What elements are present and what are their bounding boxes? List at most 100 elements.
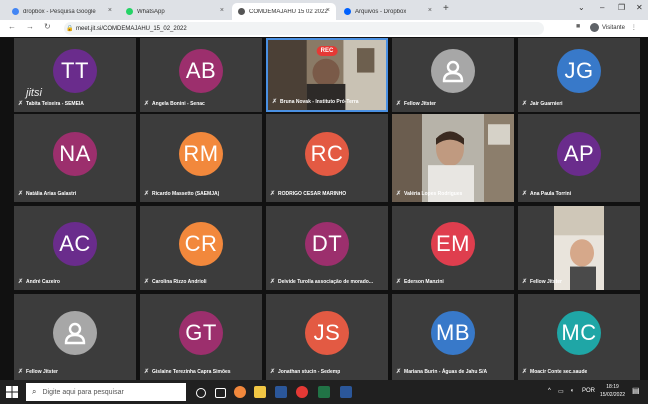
- tab-whatsapp[interactable]: WhatsApp ×: [120, 3, 230, 20]
- participant-name: Ana Paula Torrini: [530, 190, 572, 197]
- participant-name-tag: ✗ Angela Bonini - Senac: [144, 99, 205, 108]
- chevron-down-icon[interactable]: ⌄: [578, 3, 585, 12]
- participant-tile[interactable]: ✗ Valéria Lopes Rodrigues: [392, 114, 514, 202]
- avatar-initials: JS: [313, 319, 341, 345]
- participant-tile[interactable]: REC ✗ Bruna Novak - Instituto Pró-Terra: [266, 38, 388, 112]
- camera-icon[interactable]: ■: [576, 23, 580, 30]
- participant-tile[interactable]: ✗ Fellow Jitster: [518, 206, 640, 290]
- participant-name-tag: ✗ André Cazeiro: [18, 277, 60, 286]
- url-field[interactable]: meet.jit.si/COMDEMAJAHU_15_02_2022: [64, 22, 544, 35]
- whatsapp-icon: [126, 8, 133, 15]
- participant-name: Bruna Novak - Instituto Pró-Terra: [280, 98, 359, 105]
- participant-tile[interactable]: AP ✗ Ana Paula Torrini: [518, 114, 640, 202]
- word-icon[interactable]: [275, 386, 287, 398]
- participant-avatar: NA: [53, 131, 97, 176]
- participant-name: Angela Bonini - Senac: [152, 100, 205, 107]
- default-avatar-icon: [53, 310, 97, 355]
- chrome-icon[interactable]: [234, 386, 246, 398]
- participant-name: Fellow Jitster: [26, 368, 58, 375]
- forward-icon[interactable]: →: [26, 22, 34, 31]
- participant-tile[interactable]: RM ✗ Ricardo Massetto (SAEMJA): [140, 114, 262, 202]
- mic-muted-icon: ✗: [396, 101, 402, 107]
- participant-tile[interactable]: AC ✗ André Cazeiro: [14, 206, 136, 290]
- tab-google-search[interactable]: dropbox - Pesquisa Google ×: [6, 3, 118, 20]
- participant-tile[interactable]: DT ✗ Deivide Turolla associação de morado.…: [266, 206, 388, 290]
- close-icon[interactable]: ×: [326, 7, 330, 14]
- profile-button[interactable]: Visitante ⋮: [590, 23, 637, 32]
- close-icon[interactable]: ×: [108, 7, 112, 14]
- participant-tile[interactable]: NA ✗ Natália Arias Galastri: [14, 114, 136, 202]
- participant-name: Gislaine Terezinha Capra Simões: [152, 368, 231, 375]
- mic-muted-icon: ✗: [270, 279, 276, 285]
- mic-muted-icon: ✗: [270, 369, 276, 375]
- jitsi-icon: [238, 8, 245, 15]
- avatar-icon: [590, 23, 599, 32]
- menu-dots-icon[interactable]: ⋮: [631, 24, 637, 31]
- participant-tile[interactable]: TT ✗ Tabita Teixeira - SEMEIA: [14, 38, 136, 112]
- taskbar-search-input[interactable]: ⌕ Digite aqui para pesquisar: [26, 383, 186, 401]
- volume-icon[interactable]: ◖: [570, 388, 574, 394]
- cortana-icon[interactable]: [196, 388, 206, 398]
- participant-name: RODRIGO CESAR MARINHO: [278, 190, 347, 197]
- back-icon[interactable]: ←: [8, 22, 16, 31]
- participant-tile[interactable]: AB ✗ Angela Bonini - Senac: [140, 38, 262, 112]
- close-icon[interactable]: ×: [428, 7, 432, 14]
- reload-icon[interactable]: ↻: [44, 22, 51, 31]
- tab-dropbox[interactable]: Arquivos - Dropbox ×: [338, 3, 438, 20]
- tab-label: COMDEMAJAHU 15 02 2022: [249, 8, 328, 15]
- participant-tile[interactable]: ✗ Fellow Jitster: [14, 294, 136, 380]
- tab-label: Arquivos - Dropbox: [355, 8, 407, 15]
- network-icon[interactable]: ▭: [558, 388, 564, 395]
- participant-avatar: RC: [305, 131, 349, 176]
- meeting-grid: jitsi TT ✗ Tabita Teixeira - SEMEIA AB ✗ Ange…: [0, 37, 648, 380]
- participant-tile[interactable]: RC ✗ RODRIGO CESAR MARINHO: [266, 114, 388, 202]
- participant-avatar: MB: [431, 310, 475, 355]
- participant-tile[interactable]: CR ✗ Carolina Rizzo Andrioli: [140, 206, 262, 290]
- participant-tile[interactable]: ✗ Fellow Jitster: [392, 38, 514, 112]
- file-explorer-icon[interactable]: [254, 386, 266, 398]
- app-icon[interactable]: [340, 386, 352, 398]
- participant-avatar: CR: [179, 221, 223, 266]
- tab-comdemajahu[interactable]: COMDEMAJAHU 15 02 2022 ×: [232, 3, 336, 20]
- participant-name-tag: ✗ Ederson Manzini: [396, 277, 444, 286]
- lock-icon[interactable]: 🔒: [66, 25, 73, 32]
- participant-name-tag: ✗ Fellow Jitster: [396, 99, 436, 108]
- mic-muted-icon: ✗: [522, 191, 528, 197]
- task-view-icon[interactable]: [215, 388, 226, 398]
- participant-tile[interactable]: JG ✗ Jair Guarnieri: [518, 38, 640, 112]
- participant-avatar: EM: [431, 221, 475, 266]
- windows-start-icon[interactable]: [6, 386, 18, 398]
- participant-name: Jonathan stucin - Sedemp: [278, 368, 341, 375]
- participant-tile[interactable]: EM ✗ Ederson Manzini: [392, 206, 514, 290]
- language-indicator[interactable]: POR: [582, 388, 595, 394]
- close-window-icon[interactable]: ✕: [636, 3, 643, 12]
- participant-tile[interactable]: JS ✗ Jonathan stucin - Sedemp: [266, 294, 388, 380]
- avatar-initials: TT: [61, 58, 89, 84]
- tab-label: dropbox - Pesquisa Google: [23, 8, 96, 15]
- mic-muted-icon: ✗: [144, 369, 150, 375]
- maximize-icon[interactable]: ❐: [618, 3, 625, 12]
- participant-tile[interactable]: MC ✗ Moacir Conte sec.saude: [518, 294, 640, 380]
- new-tab-button[interactable]: +: [443, 3, 449, 14]
- mic-muted-icon: ✗: [144, 279, 150, 285]
- browser-icon[interactable]: [296, 386, 308, 398]
- participant-name-tag: ✗ Ana Paula Torrini: [522, 189, 571, 198]
- minimize-icon[interactable]: –: [600, 3, 604, 12]
- participant-avatar: AC: [53, 221, 97, 266]
- participant-tile[interactable]: GT ✗ Gislaine Terezinha Capra Simões: [140, 294, 262, 380]
- participant-name: Carolina Rizzo Andrioli: [152, 278, 207, 285]
- notifications-icon[interactable]: ▤: [632, 386, 640, 395]
- participant-name-tag: ✗ Jair Guarnieri: [522, 99, 563, 108]
- participant-avatar: GT: [179, 310, 223, 355]
- mic-muted-icon: ✗: [522, 279, 528, 285]
- participant-name: Deivide Turolla associação de morado...: [278, 278, 373, 285]
- participant-tile[interactable]: MB ✗ Mariana Burin - Águas de Jahu S/A: [392, 294, 514, 380]
- participant-name: Natália Arias Galastri: [26, 190, 77, 197]
- participant-name-tag: ✗ Natália Arias Galastri: [18, 189, 76, 198]
- avatar-initials: MC: [561, 319, 597, 345]
- tray-chevron-icon[interactable]: ^: [548, 388, 551, 394]
- excel-icon[interactable]: [318, 386, 330, 398]
- participant-avatar: DT: [305, 221, 349, 266]
- close-icon[interactable]: ×: [220, 7, 224, 14]
- clock[interactable]: 18:19 15/02/2022: [600, 383, 625, 399]
